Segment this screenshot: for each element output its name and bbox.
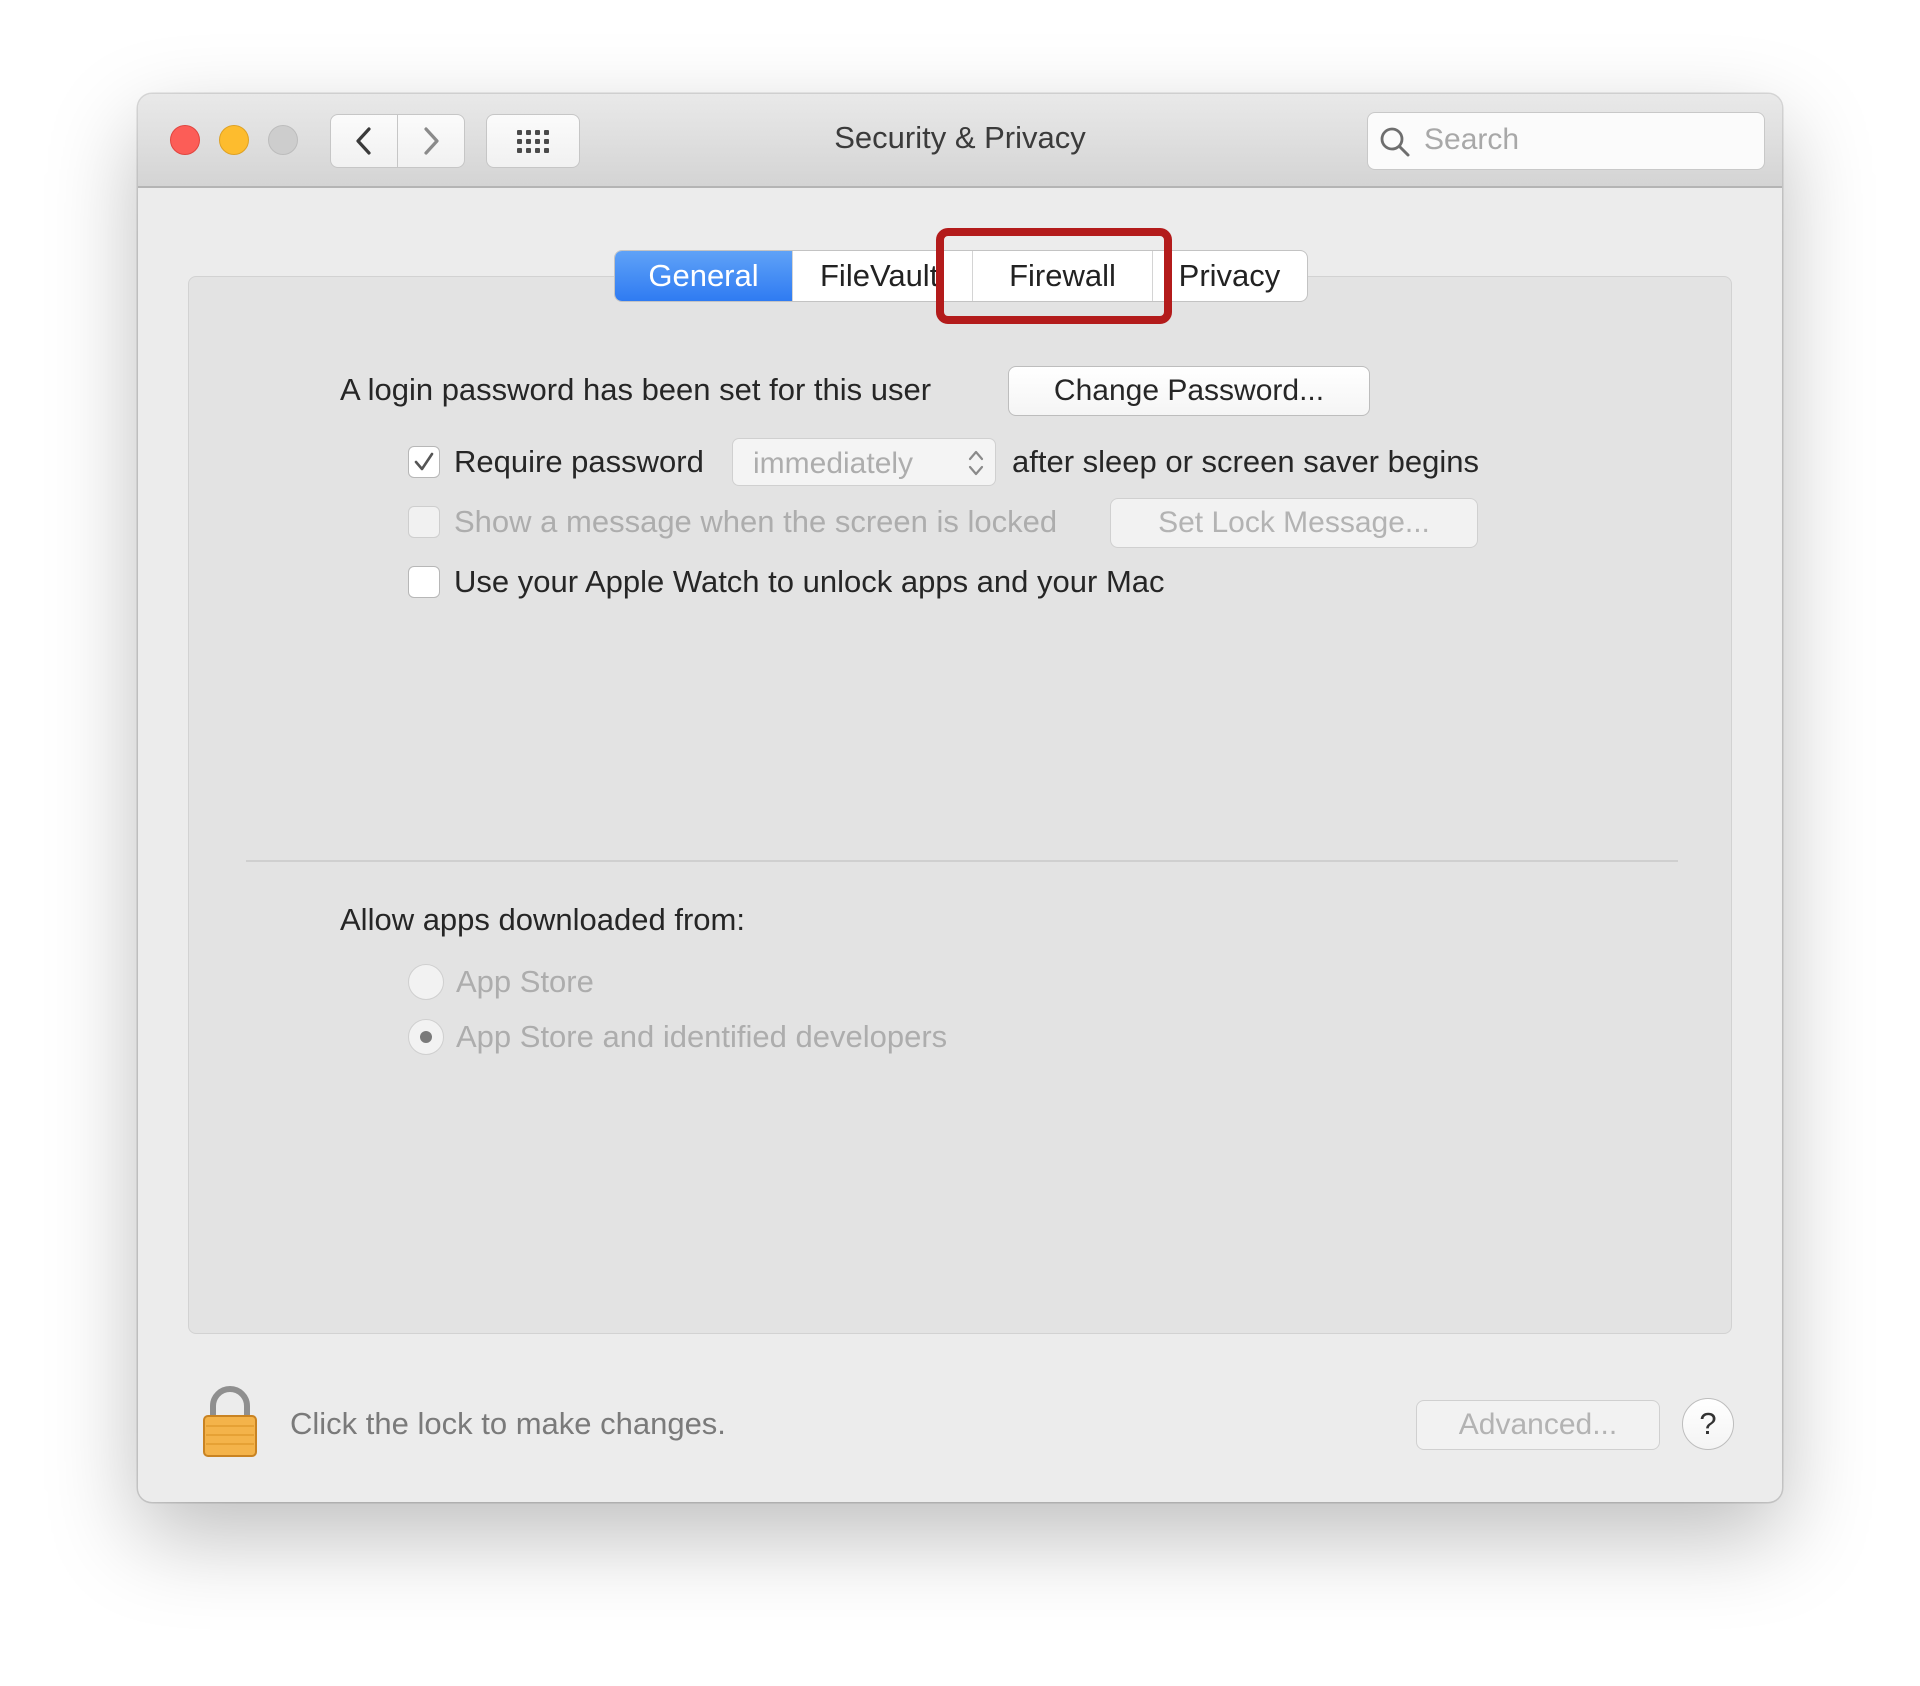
radio-app-store-identified-label: App Store and identified developers — [456, 1019, 948, 1054]
tab-firewall[interactable]: Firewall — [973, 251, 1153, 301]
allow-apps-heading: Allow apps downloaded from: — [340, 902, 745, 937]
require-password-label: Require password — [454, 444, 704, 479]
security-privacy-window: Security & Privacy General FileVault Fir… — [138, 94, 1782, 1502]
tab-general[interactable]: General — [615, 251, 793, 301]
advanced-button[interactable]: Advanced... — [1416, 1400, 1660, 1450]
lock-message: Click the lock to make changes. — [290, 1406, 726, 1441]
require-password-suffix: after sleep or screen saver begins — [1012, 444, 1479, 479]
section-divider — [246, 860, 1678, 862]
updown-arrows-icon — [968, 450, 984, 476]
show-message-checkbox[interactable] — [408, 506, 440, 538]
tab-privacy[interactable]: Privacy — [1153, 251, 1306, 301]
login-password-label: A login password has been set for this u… — [340, 372, 932, 407]
lock-icon[interactable] — [200, 1384, 260, 1458]
tab-bar: General FileVault Firewall Privacy — [614, 250, 1308, 302]
search-input[interactable] — [1424, 113, 1744, 167]
title-bar: Security & Privacy — [138, 94, 1782, 188]
interval-value: immediately — [753, 447, 914, 480]
search-icon — [1380, 127, 1410, 157]
tab-filevault[interactable]: FileVault — [793, 251, 973, 301]
help-button[interactable]: ? — [1682, 1398, 1734, 1450]
apple-watch-checkbox[interactable] — [408, 566, 440, 598]
radio-selected-dot — [420, 1031, 432, 1043]
apple-watch-label: Use your Apple Watch to unlock apps and … — [454, 564, 1165, 599]
change-password-button[interactable]: Change Password... — [1008, 366, 1370, 416]
require-password-checkbox[interactable] — [408, 446, 440, 478]
radio-app-store-identified[interactable] — [408, 1019, 444, 1055]
checkmark-icon — [414, 452, 434, 471]
set-lock-message-button[interactable]: Set Lock Message... — [1110, 498, 1478, 548]
require-password-interval-popup[interactable]: immediately — [732, 438, 996, 486]
radio-app-store-label: App Store — [456, 964, 594, 999]
show-message-label: Show a message when the screen is locked — [454, 504, 1058, 539]
search-field[interactable] — [1367, 112, 1765, 170]
radio-app-store[interactable] — [408, 964, 444, 1000]
general-panel — [188, 276, 1732, 1334]
